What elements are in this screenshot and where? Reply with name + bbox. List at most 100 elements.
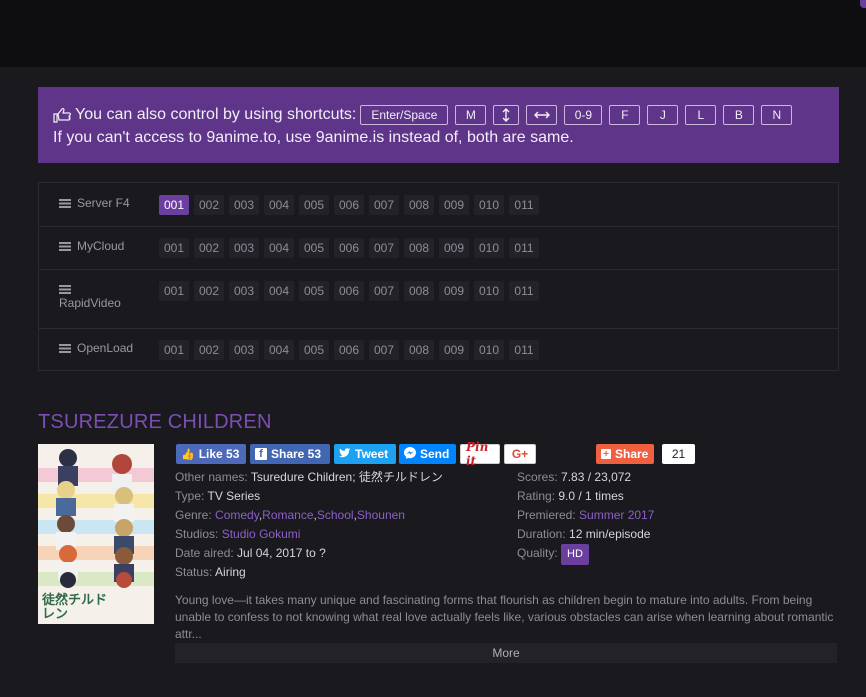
episode-button[interactable]: 003 xyxy=(229,340,259,360)
genre-link-shounen[interactable]: Shounen xyxy=(357,508,405,522)
share-button[interactable]: + Share xyxy=(596,444,654,464)
anime-title: TSUREZURE CHILDREN xyxy=(38,411,272,433)
episode-button[interactable]: 007 xyxy=(369,281,399,301)
more-button[interactable]: More xyxy=(175,643,837,663)
share-count: 21 xyxy=(662,444,695,464)
header-corner-accent xyxy=(860,0,866,8)
server-name: Server F4 xyxy=(59,196,130,210)
key-b: B xyxy=(723,105,755,125)
episode-button[interactable]: 007 xyxy=(369,195,399,215)
episode-button[interactable]: 009 xyxy=(439,281,469,301)
studio-link[interactable]: Studio Gokumi xyxy=(222,527,301,541)
episode-button[interactable]: 008 xyxy=(404,340,434,360)
episode-button[interactable]: 001 xyxy=(159,340,189,360)
scores-row: Scores: 7.83 / 23,072 xyxy=(517,468,654,487)
episode-list: 001 002 003 004 005 006 007 008 009 010 … xyxy=(159,195,544,215)
messenger-send-button[interactable]: Send xyxy=(399,444,456,464)
episode-button[interactable]: 009 xyxy=(439,195,469,215)
episode-button[interactable]: 006 xyxy=(334,281,364,301)
genre-link-comedy[interactable]: Comedy xyxy=(215,508,259,522)
server-name: OpenLoad xyxy=(59,341,133,355)
facebook-share-button[interactable]: f Share 53 xyxy=(250,444,330,464)
episode-button[interactable]: 011 xyxy=(509,340,539,360)
episode-button[interactable]: 003 xyxy=(229,195,259,215)
episode-button[interactable]: 007 xyxy=(369,238,399,258)
arrows-horizontal-icon xyxy=(533,111,550,119)
rating-label: Rating: xyxy=(517,489,556,503)
key-n: N xyxy=(761,105,793,125)
episode-button[interactable]: 002 xyxy=(194,340,224,360)
episode-button-active[interactable]: 001 xyxy=(159,195,189,215)
episode-button[interactable]: 006 xyxy=(334,238,364,258)
episode-button[interactable]: 004 xyxy=(264,281,294,301)
episode-button[interactable]: 006 xyxy=(334,195,364,215)
episode-button[interactable]: 011 xyxy=(509,238,539,258)
facebook-like-button[interactable]: 👍 Like 53 xyxy=(176,444,246,464)
duration-label: Duration: xyxy=(517,527,566,541)
premiered-row: Premiered: Summer 2017 xyxy=(517,506,654,525)
episode-button[interactable]: 004 xyxy=(264,195,294,215)
episode-button[interactable]: 006 xyxy=(334,340,364,360)
hand-pointing-icon xyxy=(53,107,72,123)
server-row-rapidvideo: RapidVideo 001 002 003 004 005 006 007 0… xyxy=(39,269,838,329)
episode-button[interactable]: 011 xyxy=(509,195,539,215)
messenger-icon xyxy=(404,446,416,462)
episode-button[interactable]: 009 xyxy=(439,238,469,258)
quality-label: Quality: xyxy=(517,546,558,560)
anime-meta-right: Scores: 7.83 / 23,072 Rating: 9.0 / 1 ti… xyxy=(517,468,654,565)
rating-row: Rating: 9.0 / 1 times xyxy=(517,487,654,506)
top-header-bar xyxy=(0,0,866,67)
episode-button[interactable]: 005 xyxy=(299,238,329,258)
server-name: RapidVideo xyxy=(59,282,121,310)
episode-list: 001 002 003 004 005 006 007 008 009 010 … xyxy=(159,340,544,360)
episode-button[interactable]: 004 xyxy=(264,340,294,360)
date-aired-row: Date aired: Jul 04, 2017 to ? xyxy=(175,544,443,563)
episode-button[interactable]: 010 xyxy=(474,195,504,215)
genre-label: Genre: xyxy=(175,508,212,522)
other-names-row: Other names: Tsuredure Children; 徒然チルドレン xyxy=(175,468,443,487)
tweet-button[interactable]: Tweet xyxy=(334,444,396,464)
episode-button[interactable]: 003 xyxy=(229,281,259,301)
google-plus-button[interactable]: G+ xyxy=(504,444,536,464)
genre-link-romance[interactable]: Romance xyxy=(262,508,313,522)
facebook-icon: f xyxy=(255,448,267,460)
episode-button[interactable]: 001 xyxy=(159,238,189,258)
episode-button[interactable]: 009 xyxy=(439,340,469,360)
episode-button[interactable]: 010 xyxy=(474,238,504,258)
key-up-down xyxy=(493,105,520,125)
arrows-vertical-icon xyxy=(502,108,510,122)
key-0-9: 0-9 xyxy=(564,105,603,125)
episode-button[interactable]: 010 xyxy=(474,340,504,360)
pinterest-pin-button[interactable]: Pin it xyxy=(460,440,500,468)
quality-row: Quality: HD xyxy=(517,544,654,565)
episode-button[interactable]: 005 xyxy=(299,195,329,215)
status-row: Status: Airing xyxy=(175,563,443,582)
date-aired-value: Jul 04, 2017 to ? xyxy=(237,546,326,560)
episode-button[interactable]: 005 xyxy=(299,281,329,301)
scores-label: Scores: xyxy=(517,470,558,484)
episode-button[interactable]: 008 xyxy=(404,281,434,301)
duration-row: Duration: 12 min/episode xyxy=(517,525,654,544)
episode-button[interactable]: 011 xyxy=(509,281,539,301)
episode-button[interactable]: 002 xyxy=(194,238,224,258)
episode-button[interactable]: 010 xyxy=(474,281,504,301)
episode-button[interactable]: 005 xyxy=(299,340,329,360)
episode-button[interactable]: 002 xyxy=(194,281,224,301)
premiered-link[interactable]: Summer 2017 xyxy=(579,508,654,522)
genre-link-school[interactable]: School xyxy=(317,508,354,522)
genre-row: Genre: Comedy,Romance,School,Shounen xyxy=(175,508,405,522)
thumbs-up-icon: 👍 xyxy=(181,448,195,461)
episode-list: 001 002 003 004 005 006 007 008 009 010 … xyxy=(159,238,544,258)
episode-button[interactable]: 004 xyxy=(264,238,294,258)
episode-button[interactable]: 007 xyxy=(369,340,399,360)
status-label: Status: xyxy=(175,565,213,579)
episode-button[interactable]: 008 xyxy=(404,238,434,258)
episode-button[interactable]: 008 xyxy=(404,195,434,215)
server-row-openload: OpenLoad 001 002 003 004 005 006 007 008… xyxy=(39,328,838,370)
episode-button[interactable]: 002 xyxy=(194,195,224,215)
anime-poster[interactable]: 徒然チルドレン xyxy=(38,444,154,624)
episode-button[interactable]: 003 xyxy=(229,238,259,258)
server-list: Server F4 001 002 003 004 005 006 007 00… xyxy=(38,182,839,371)
anime-description: Young love—it takes many unique and fasc… xyxy=(175,593,834,641)
episode-button[interactable]: 001 xyxy=(159,281,189,301)
